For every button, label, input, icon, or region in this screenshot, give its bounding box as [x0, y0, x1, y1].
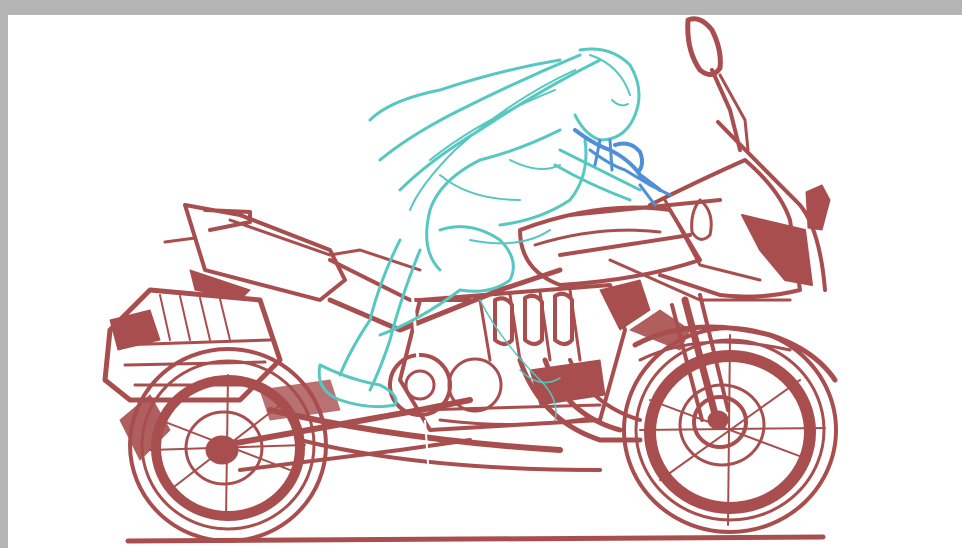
motorcycle-sketch [102, 16, 838, 544]
front-wheel [622, 326, 838, 534]
rider-accent-sketch [573, 128, 672, 207]
drawing-canvas[interactable] [8, 15, 962, 548]
mirror [685, 16, 750, 152]
app-window [0, 0, 962, 548]
sketch-artwork [102, 16, 838, 544]
